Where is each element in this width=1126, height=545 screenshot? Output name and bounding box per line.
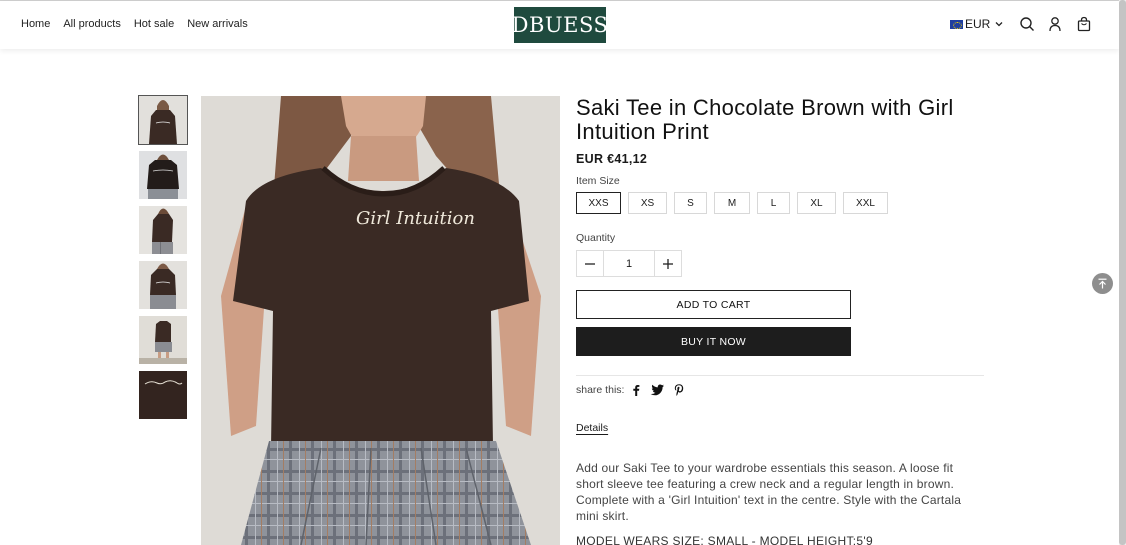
size-option-xs[interactable]: XS: [628, 192, 667, 214]
product-title: Saki Tee in Chocolate Brown with Girl In…: [576, 95, 954, 144]
eu-flag-icon: [950, 19, 963, 29]
product-photo: Girl Intuition: [201, 96, 560, 545]
twitter-icon[interactable]: [650, 384, 665, 396]
thumbnail-full-outfit[interactable]: [139, 316, 187, 364]
thumbnail-image: [139, 206, 187, 254]
pinterest-icon[interactable]: [674, 384, 684, 396]
brand-logo[interactable]: DBUESS: [512, 7, 608, 43]
details-tab[interactable]: Details: [576, 422, 608, 434]
share-bar: share this:: [576, 384, 984, 396]
model-info: MODEL WEARS SIZE: SMALL - MODEL HEIGHT:5…: [576, 534, 873, 545]
search-icon[interactable]: [1019, 16, 1035, 32]
plus-icon: [662, 258, 673, 269]
quantity-input[interactable]: 1: [603, 251, 655, 276]
scrollbar-track[interactable]: [1119, 0, 1126, 545]
product-description: Add our Saki Tee to your wardrobe essent…: [576, 461, 962, 523]
quantity-stepper: 1: [576, 250, 682, 277]
thumbnail-side-view[interactable]: [139, 206, 187, 254]
size-label: Item Size: [576, 175, 620, 187]
quantity-increase-button[interactable]: [655, 251, 681, 276]
quantity-decrease-button[interactable]: [577, 251, 603, 276]
size-option-xxl[interactable]: XXL: [843, 192, 888, 214]
product-price: EUR €41,12: [576, 152, 648, 166]
nav-home[interactable]: Home: [21, 18, 50, 30]
thumbnail-gallery: [138, 95, 188, 426]
facebook-icon[interactable]: [632, 384, 640, 396]
site-header: Home All products Hot sale New arrivals …: [0, 1, 1119, 49]
size-options: XXS XS S M L XL XXL: [576, 192, 984, 214]
thumbnail-front-closeup[interactable]: [139, 261, 187, 309]
chevron-down-icon: [995, 22, 1003, 27]
product-main-image[interactable]: Girl Intuition: [201, 96, 560, 545]
currency-selector[interactable]: EUR: [950, 17, 1004, 31]
cart-bag-icon[interactable]: [1076, 16, 1092, 32]
size-option-l[interactable]: L: [757, 192, 790, 214]
size-option-xl[interactable]: XL: [797, 192, 836, 214]
main-nav: Home All products Hot sale New arrivals: [21, 18, 248, 30]
thumbnail-front-view[interactable]: [138, 95, 188, 145]
nav-new-arrivals[interactable]: New arrivals: [187, 18, 248, 30]
size-option-xxs[interactable]: XXS: [576, 192, 621, 214]
share-label: share this:: [576, 384, 625, 396]
thumbnail-image: [139, 371, 187, 419]
thumbnail-back-view[interactable]: [139, 151, 187, 199]
quantity-label: Quantity: [576, 232, 616, 244]
minus-icon: [585, 262, 596, 265]
product-info: Saki Tee in Chocolate Brown with Girl In…: [576, 96, 984, 545]
shirt-print-text: Girl Intuition: [356, 208, 475, 229]
thumbnail-image: [139, 151, 187, 199]
thumbnail-image: [139, 261, 187, 309]
size-option-m[interactable]: M: [714, 192, 750, 214]
back-to-top-button[interactable]: [1092, 273, 1113, 294]
thumbnail-print-detail[interactable]: [139, 371, 187, 419]
add-to-cart-button[interactable]: ADD TO CART: [576, 290, 851, 319]
thumbnail-image: [139, 96, 187, 144]
divider: [576, 375, 984, 376]
scrollbar-thumb[interactable]: [1119, 0, 1126, 545]
thumbnail-image: [139, 316, 187, 364]
nav-all-products[interactable]: All products: [63, 18, 120, 30]
buy-now-button[interactable]: BUY IT NOW: [576, 327, 851, 356]
size-option-s[interactable]: S: [674, 192, 707, 214]
arrow-up-icon: [1098, 278, 1107, 289]
nav-hot-sale[interactable]: Hot sale: [134, 18, 174, 30]
account-icon[interactable]: [1047, 16, 1063, 32]
currency-code: EUR: [965, 17, 991, 31]
